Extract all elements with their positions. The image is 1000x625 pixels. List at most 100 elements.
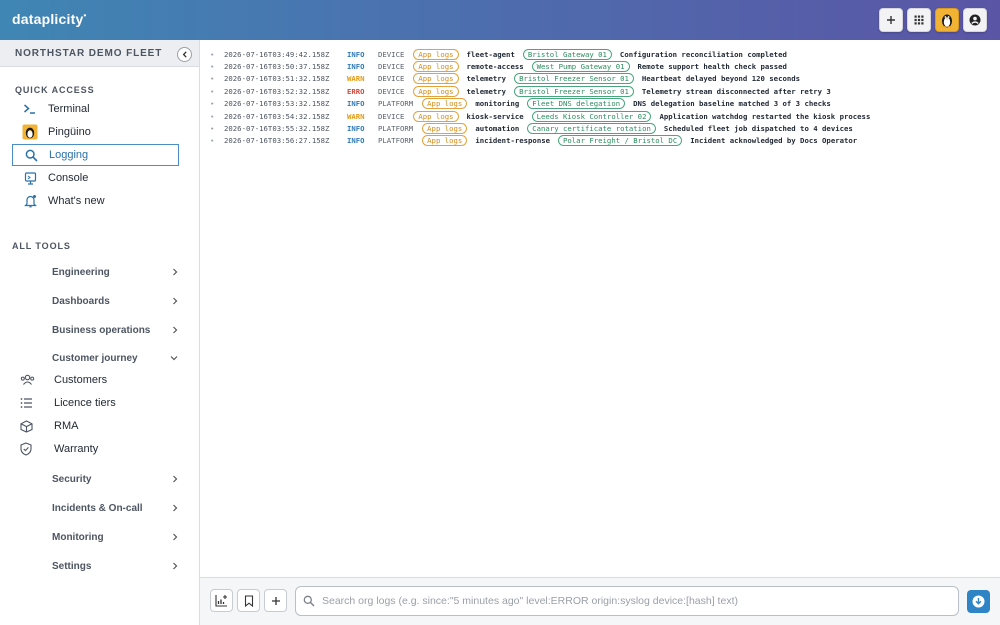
brand-mark: • bbox=[83, 11, 87, 20]
account-button[interactable] bbox=[963, 8, 987, 32]
app-logs-tag[interactable]: App logs bbox=[413, 73, 459, 85]
quick-access-logging[interactable]: Logging bbox=[12, 144, 179, 166]
log-message: Telemetry stream disconnected after retr… bbox=[641, 86, 831, 96]
search-icon bbox=[13, 149, 49, 162]
quick-access-whats-new[interactable]: What's new bbox=[12, 190, 179, 212]
log-row[interactable]: • 2026-07-16T03:52:32.158Z ERRO DEVICE App l… bbox=[210, 85, 990, 97]
log-message: Application watchdog restarted the kiosk… bbox=[659, 111, 871, 121]
log-level: WARN bbox=[347, 74, 365, 84]
shield-icon bbox=[18, 442, 54, 456]
monitor-icon bbox=[12, 171, 48, 185]
log-timestamp: 2026-07-16T03:55:32.158Z bbox=[224, 124, 330, 134]
tool-security[interactable]: Security bbox=[52, 470, 178, 488]
chevron-right-icon bbox=[173, 326, 178, 334]
log-row[interactable]: • 2026-07-16T03:53:32.158Z INFO PLATFORM App… bbox=[210, 98, 990, 110]
quick-access-terminal[interactable]: Terminal bbox=[12, 98, 179, 120]
log-timestamp: 2026-07-16T03:51:32.158Z bbox=[224, 74, 330, 84]
device-tag[interactable]: Bristol Gateway 01 bbox=[522, 48, 612, 60]
app-logs-tag[interactable]: App logs bbox=[422, 135, 468, 147]
log-level: INFO bbox=[347, 136, 365, 146]
tool-incidents-on-call[interactable]: Incidents & On-call bbox=[52, 499, 178, 517]
nav-warranty[interactable]: Warranty bbox=[18, 439, 178, 459]
add-chart-button[interactable] bbox=[210, 589, 233, 612]
plus-icon bbox=[271, 596, 280, 605]
penguin-icon bbox=[12, 124, 48, 140]
row-bullet-icon: • bbox=[210, 99, 215, 109]
nav-licence-tiers[interactable]: Licence tiers bbox=[18, 393, 178, 413]
quick-access-label-text: Terminal bbox=[48, 103, 90, 115]
log-search-input[interactable] bbox=[322, 595, 942, 607]
device-tag[interactable]: West Pump Gateway 01 bbox=[531, 61, 630, 73]
download-logs-button[interactable] bbox=[967, 590, 990, 613]
quick-access-console[interactable]: Console bbox=[12, 167, 179, 189]
list-icon bbox=[18, 397, 54, 409]
add-button[interactable] bbox=[879, 8, 903, 32]
penguin-app-button[interactable] bbox=[935, 8, 959, 32]
log-message: Heartbeat delayed beyond 120 seconds bbox=[641, 74, 801, 84]
user-circle-icon bbox=[969, 14, 981, 26]
device-tag[interactable]: Bristol Freezer Sensor 01 bbox=[514, 73, 634, 85]
log-row[interactable]: • 2026-07-16T03:56:27.158Z INFO PLATFORM App… bbox=[210, 135, 990, 147]
device-tag[interactable]: Leeds Kiosk Controller 02 bbox=[531, 110, 652, 122]
log-source: DEVICE bbox=[378, 49, 405, 59]
tool-dashboards[interactable]: Dashboards bbox=[52, 292, 178, 310]
log-timestamp: 2026-07-16T03:52:32.158Z bbox=[224, 86, 330, 96]
tool-customer-journey[interactable]: Customer journey bbox=[52, 349, 178, 367]
device-tag[interactable]: Polar Freight / Bristol DC bbox=[558, 135, 683, 147]
app-logs-tag[interactable]: App logs bbox=[422, 123, 468, 135]
log-search-box[interactable] bbox=[295, 586, 959, 616]
tool-monitoring[interactable]: Monitoring bbox=[52, 528, 178, 546]
brand-name: dataplicity bbox=[12, 11, 84, 27]
app-logs-tag[interactable]: App logs bbox=[413, 85, 459, 97]
add-filter-button[interactable] bbox=[264, 589, 287, 612]
log-service: fleet-agent bbox=[466, 49, 515, 59]
row-bullet-icon: • bbox=[210, 136, 215, 146]
log-service: automation bbox=[475, 124, 520, 134]
log-timestamp: 2026-07-16T03:49:42.158Z bbox=[224, 49, 330, 59]
app-logs-tag[interactable]: App logs bbox=[413, 61, 459, 73]
tool-business-operations[interactable]: Business operations bbox=[52, 321, 178, 339]
tool-settings[interactable]: Settings bbox=[52, 557, 178, 575]
log-row[interactable]: • 2026-07-16T03:49:42.158Z INFO DEVICE App l… bbox=[210, 48, 990, 60]
sidebar: NORTHSTAR DEMO FLEET QUICK ACCESS Termin… bbox=[0, 40, 200, 625]
log-row[interactable]: • 2026-07-16T03:55:32.158Z INFO PLATFORM App… bbox=[210, 122, 990, 135]
row-bullet-icon: • bbox=[210, 74, 215, 84]
row-bullet-icon: • bbox=[210, 49, 215, 59]
quick-access-label-text: What's new bbox=[48, 195, 105, 207]
bookmark-button[interactable] bbox=[237, 589, 260, 612]
quick-access-label-text: Logging bbox=[49, 149, 89, 161]
log-service: incident-response bbox=[475, 136, 550, 146]
quick-access-penguin[interactable]: Pingüino bbox=[12, 121, 179, 143]
brand-logo[interactable]: dataplicity• bbox=[12, 11, 86, 27]
device-tag[interactable]: Fleet DNS delegation bbox=[527, 98, 626, 110]
log-source: DEVICE bbox=[378, 62, 405, 72]
log-row[interactable]: • 2026-07-16T03:54:32.158Z WARN DEVICE App l… bbox=[210, 110, 990, 122]
log-message: Scheduled fleet job dispatched to 4 devi… bbox=[663, 124, 853, 134]
tool-label: Incidents & On-call bbox=[52, 502, 143, 514]
device-tag[interactable]: Canary certificate rotation bbox=[527, 123, 656, 135]
log-level: INFO bbox=[347, 99, 365, 109]
nav-label: Licence tiers bbox=[54, 397, 116, 409]
nav-rma[interactable]: RMA bbox=[18, 416, 178, 436]
tool-engineering[interactable]: Engineering bbox=[52, 263, 178, 281]
device-tag[interactable]: Bristol Freezer Sensor 01 bbox=[514, 85, 634, 97]
nav-customers[interactable]: Customers bbox=[18, 370, 178, 390]
users-icon bbox=[18, 374, 54, 386]
chevron-right-icon bbox=[173, 268, 178, 276]
apps-button[interactable] bbox=[907, 8, 931, 32]
app-logs-tag[interactable]: App logs bbox=[422, 98, 468, 110]
row-bullet-icon: • bbox=[210, 124, 215, 134]
log-source: DEVICE bbox=[378, 74, 405, 84]
log-source: DEVICE bbox=[378, 86, 405, 96]
app-logs-tag[interactable]: App logs bbox=[413, 48, 459, 60]
tool-label: Customer journey bbox=[52, 352, 138, 364]
search-icon bbox=[296, 595, 322, 607]
app-logs-tag[interactable]: App logs bbox=[413, 110, 459, 122]
chevron-right-icon bbox=[173, 562, 178, 570]
log-row[interactable]: • 2026-07-16T03:50:37.158Z INFO DEVICE App l… bbox=[210, 60, 990, 73]
tool-label: Engineering bbox=[52, 266, 110, 278]
log-source: PLATFORM bbox=[378, 99, 414, 109]
quick-access-label-text: Console bbox=[48, 172, 89, 184]
collapse-sidebar-button[interactable] bbox=[177, 47, 192, 62]
log-row[interactable]: • 2026-07-16T03:51:32.158Z WARN DEVICE App l… bbox=[210, 73, 990, 85]
